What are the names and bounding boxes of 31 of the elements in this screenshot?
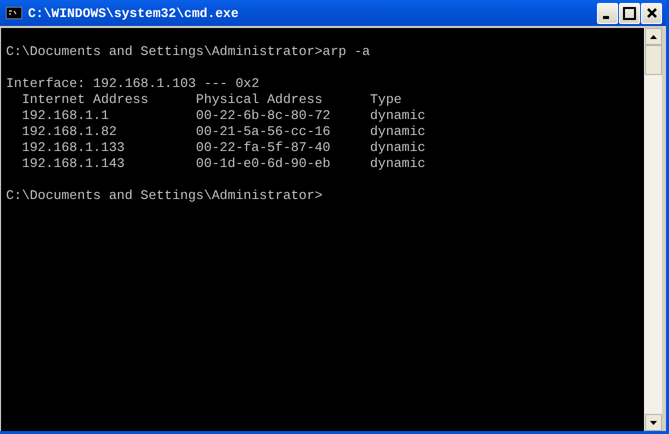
table-cell-text: 00-22-fa-5f-87-40 <box>196 140 332 156</box>
scroll-thumb[interactable] <box>645 45 662 75</box>
up-arrow-icon <box>650 34 657 38</box>
column-header: Physical Address <box>196 92 324 108</box>
minimize-icon <box>602 16 608 18</box>
table-cell-text: 192.168.1.143 <box>22 156 126 172</box>
column-header: Internet Address <box>22 92 150 108</box>
table-cell-text: 00-1d-e0-6d-90-eb <box>196 156 332 172</box>
scroll-down-button[interactable] <box>645 414 662 431</box>
close-icon <box>646 7 658 19</box>
table-cell-text: 192.168.1.82 <box>22 124 118 140</box>
table-cell-text: 192.168.1.133 <box>22 140 126 156</box>
window-title: C:\WINDOWS\system32\cmd.exe <box>28 6 240 20</box>
column-header: Type <box>370 92 403 108</box>
table-cell-text: 192.168.1.1 <box>22 108 110 124</box>
table-cell-text: 00-21-5a-56-cc-16 <box>196 124 332 140</box>
table-cell: dynamic <box>370 108 426 124</box>
maximize-icon <box>623 6 636 20</box>
minimize-button[interactable] <box>597 2 618 24</box>
scroll-up-button[interactable] <box>645 28 662 45</box>
maximize-button[interactable] <box>619 2 640 24</box>
down-arrow-icon <box>650 420 657 424</box>
close-button[interactable] <box>641 2 662 24</box>
table-cell: dynamic <box>370 140 426 156</box>
table-cell-text: 00-22-6b-8c-80-72 <box>196 108 332 124</box>
command-line: C:\Documents and Settings\Administrator>arp -a <box>6 44 372 60</box>
console-icon <box>6 7 22 19</box>
table-cell: dynamic <box>370 124 426 140</box>
prompt-line: C:\Documents and Settings\Administrator> <box>6 188 324 204</box>
interface-line: Interface: 192.168.1.103 --- 0x2 <box>6 76 260 92</box>
table-cell: dynamic <box>370 156 426 172</box>
